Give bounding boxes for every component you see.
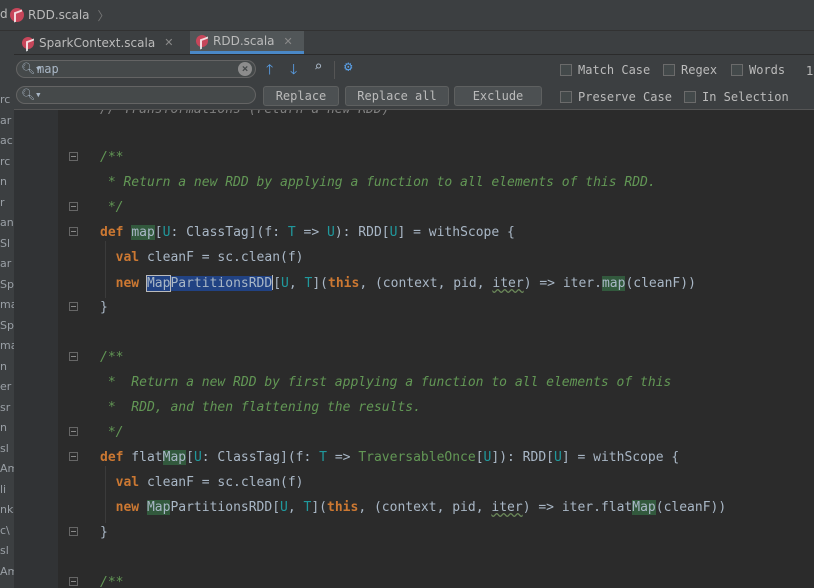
toolbar-divider <box>334 61 335 79</box>
exclude-button[interactable]: Exclude <box>454 86 542 106</box>
project-tree-fragment[interactable]: nk <box>0 503 14 516</box>
project-tree-fragment[interactable]: li <box>0 483 14 496</box>
project-tree-fragment[interactable]: Am <box>0 565 14 578</box>
tab-label: SparkContext.scala <box>39 35 156 50</box>
project-tree-fragment[interactable]: n <box>0 360 14 373</box>
code-line-doc: * RDD, and then flattening the results. <box>100 400 421 415</box>
in-selection-label: In Selection <box>702 90 789 104</box>
search-input-value: map <box>37 62 59 76</box>
tab-label: RDD.scala <box>213 34 275 48</box>
fold-marker-icon[interactable] <box>69 527 78 536</box>
code-line-brace: } <box>100 300 108 315</box>
breadcrumb-cut-item[interactable]: d <box>0 7 8 21</box>
project-tree-fragment[interactable]: ac <box>0 134 14 147</box>
checkbox-box[interactable] <box>560 64 572 76</box>
preserve-case-checkbox[interactable]: Preserve Case <box>560 90 672 104</box>
project-tree-fragment[interactable]: n <box>0 175 14 188</box>
regex-label: Regex <box>681 63 718 77</box>
fold-marker-icon[interactable] <box>69 452 78 461</box>
project-tree-fragment[interactable]: Am <box>0 462 14 475</box>
project-tree-fragment[interactable]: sr <box>0 401 14 414</box>
project-tree-fragment[interactable]: Sp <box>0 278 14 291</box>
search-input[interactable]: 🔍︎▾ map × <box>16 60 256 78</box>
clear-search-icon[interactable]: × <box>238 62 252 76</box>
code-line-new: new MapPartitionsRDD[U, T](this, (contex… <box>115 275 696 292</box>
close-icon[interactable]: ✕ <box>284 35 293 48</box>
code-line-doc: * Return a new RDD by applying a functio… <box>100 175 656 190</box>
fold-marker-icon[interactable] <box>69 227 78 236</box>
tab-sparkcontext[interactable]: SparkContext.scala ✕ <box>16 31 188 54</box>
project-tree-fragment[interactable]: n <box>0 421 14 434</box>
fold-marker-icon[interactable] <box>69 427 78 436</box>
close-icon[interactable]: ✕ <box>164 36 173 49</box>
code-line-doc-open: /** <box>100 350 124 365</box>
checkbox-box[interactable] <box>663 64 675 76</box>
tab-rdd[interactable]: RDD.scala ✕ <box>190 31 304 54</box>
regex-checkbox[interactable]: Regex <box>663 63 717 77</box>
project-tree-fragment[interactable]: er <box>0 380 14 393</box>
project-tree-fragment[interactable]: c\ <box>0 524 14 537</box>
in-selection-checkbox[interactable]: In Selection <box>684 90 789 104</box>
replace-button[interactable]: Replace <box>263 86 339 106</box>
fold-marker-icon[interactable] <box>69 352 78 361</box>
project-tree-fragment[interactable]: an <box>0 216 14 229</box>
code-line-doc-close: */ <box>100 425 124 440</box>
scala-file-icon <box>196 35 208 47</box>
breadcrumb-file[interactable]: RDD.scala 〉 <box>10 5 110 25</box>
next-occurrence-icon[interactable]: 🡓 <box>290 59 297 83</box>
words-checkbox[interactable]: Words <box>731 63 785 77</box>
replace-all-button[interactable]: Replace all <box>345 86 449 106</box>
code-line-val: val cleanF = sc.clean(f) <box>115 475 304 490</box>
project-tree-fragment[interactable]: r <box>0 196 14 209</box>
project-tree-fragment[interactable]: ma <box>0 298 14 311</box>
fold-marker-icon[interactable] <box>69 152 78 161</box>
checkbox-box[interactable] <box>731 64 743 76</box>
project-tree-fragment[interactable]: Sp <box>0 319 14 332</box>
project-tree-fragment[interactable]: rc <box>0 93 14 106</box>
scala-file-icon <box>22 36 34 49</box>
editor-gutter <box>14 110 58 588</box>
fold-marker-icon[interactable] <box>69 302 78 311</box>
match-count: 1 <box>806 64 814 78</box>
code-line-brace: } <box>100 525 108 540</box>
project-tree-fragment[interactable]: Sl <box>0 237 14 250</box>
find-all-icon[interactable]: ⌕ <box>314 59 322 75</box>
editor-tab-bar: SparkContext.scala ✕ RDD.scala ✕ <box>14 31 814 55</box>
settings-gear-icon[interactable]: ⚙ <box>344 59 352 75</box>
code-line-def-map: def map[U: ClassTag](f: T => U): RDD[U] … <box>100 225 515 240</box>
breadcrumb-file-label: RDD.scala <box>28 8 90 22</box>
match-case-label: Match Case <box>578 63 651 77</box>
code-line-doc: * Return a new RDD by first applying a f… <box>100 375 672 390</box>
match-case-checkbox[interactable]: Match Case <box>560 63 650 77</box>
code-line-doc-open: /** <box>100 575 124 588</box>
project-tree-fragment[interactable]: sl <box>0 544 14 557</box>
checkbox-box[interactable] <box>560 91 572 103</box>
previous-occurrence-icon[interactable]: 🡑 <box>266 59 273 83</box>
project-tree-fragment[interactable]: ar <box>0 257 14 270</box>
replace-input[interactable]: 🔍︎▾ <box>16 86 256 104</box>
code-line-new: new MapPartitionsRDD[U, T](this, (contex… <box>115 500 727 515</box>
words-label: Words <box>749 63 786 77</box>
project-tree-fragment[interactable]: sl <box>0 442 14 455</box>
navigation-bar: d RDD.scala 〉 <box>0 0 814 31</box>
find-replace-panel: 🔍︎▾ map × 🔍︎▾ 🡑 🡓 ⌕ ⚙ Replace Replace al… <box>14 55 814 110</box>
chevron-right-icon: 〉 <box>97 8 110 23</box>
project-tree-fragment[interactable]: ma <box>0 339 14 352</box>
checkbox-box[interactable] <box>684 91 696 103</box>
code-line-comment: // Transformations (return a new RDD) <box>100 110 390 118</box>
scala-file-icon <box>10 8 24 22</box>
fold-marker-icon[interactable] <box>69 202 78 211</box>
project-tree-fragment[interactable]: rc <box>0 155 14 168</box>
code-line-doc-close: */ <box>100 200 124 215</box>
project-tree-fragment[interactable]: ar <box>0 114 14 127</box>
fold-marker-icon[interactable] <box>69 577 78 586</box>
code-line-def-flatmap: def flatMap[U: ClassTag](f: T => Travers… <box>100 450 680 465</box>
project-tree-strip[interactable]: rcaracrcnranSlarSpmaSpmanersrnslAmlinkc\… <box>0 31 14 588</box>
search-history-icon[interactable]: 🔍︎▾ <box>21 88 42 101</box>
code-editor[interactable]: // Transformations (return a new RDD) /*… <box>14 110 814 588</box>
code-line-val: val cleanF = sc.clean(f) <box>115 250 304 265</box>
code-line-doc-open: /** <box>100 150 124 165</box>
preserve-case-label: Preserve Case <box>578 90 672 104</box>
